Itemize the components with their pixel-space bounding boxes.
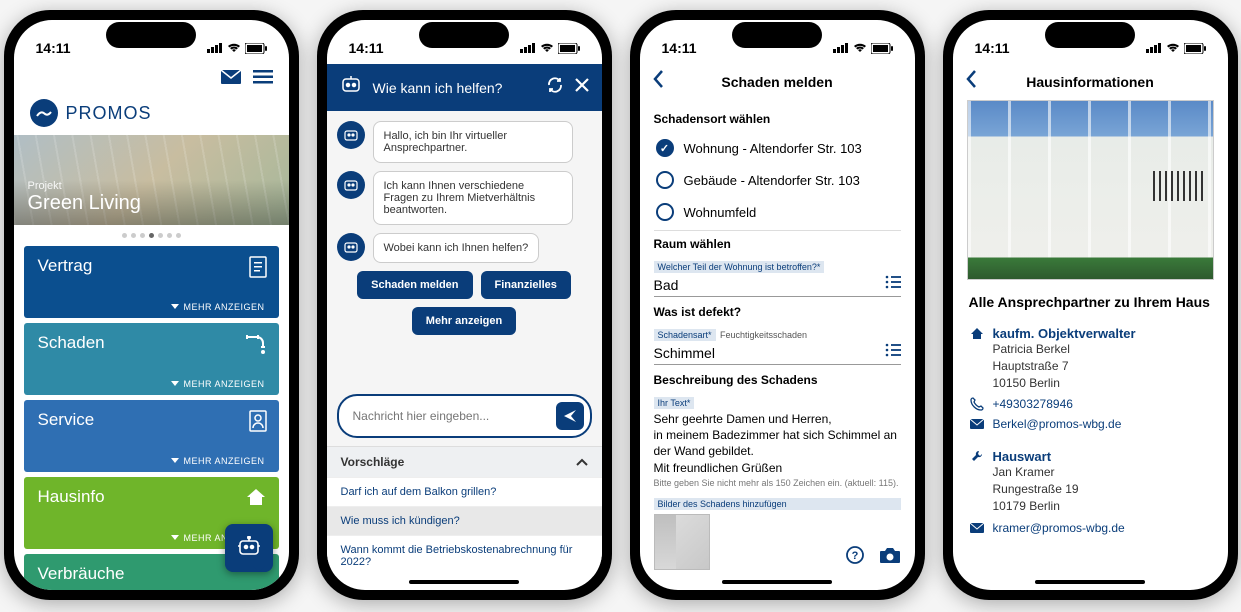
status-icons	[1146, 43, 1206, 54]
hero-banner[interactable]: Projekt Green Living	[14, 135, 289, 225]
chat-text-field[interactable]	[353, 409, 556, 423]
radio-wohnumfeld[interactable]: Wohnumfeld	[654, 196, 901, 228]
mail-icon[interactable]	[221, 70, 241, 89]
page-title: Hausinformationen	[953, 74, 1228, 90]
menu-icon[interactable]	[253, 70, 273, 89]
radio-icon	[656, 203, 674, 221]
contact-card: kaufm. Objektverwalter Patricia Berkel H…	[953, 318, 1228, 441]
brand-row: PROMOS	[14, 95, 289, 135]
chip-more[interactable]: Mehr anzeigen	[412, 307, 516, 335]
contact-phone[interactable]: +49303278946	[969, 397, 1212, 411]
bot-avatar-icon	[337, 233, 365, 261]
chip-schaden[interactable]: Schaden melden	[357, 271, 472, 299]
section-room: Raum wählen	[654, 237, 901, 251]
radio-gebaeude[interactable]: Gebäude - Altendorfer Str. 103	[654, 164, 901, 196]
chevron-up-icon	[576, 455, 588, 469]
radio-icon	[656, 171, 674, 189]
carousel-dots[interactable]	[14, 225, 289, 246]
contact-email[interactable]: kramer@promos-wbg.de	[969, 521, 1212, 535]
contact-card: Hauswart Jan Kramer Rungestraße 19 10179…	[953, 441, 1228, 544]
suggestions-panel: Vorschläge Darf ich auf dem Balkon grill…	[327, 446, 602, 576]
svg-text:?: ?	[851, 550, 858, 562]
pipe-icon	[245, 333, 267, 360]
home-icon	[969, 327, 985, 340]
chatbot-fab[interactable]	[225, 524, 273, 572]
contact-icon	[249, 410, 267, 437]
document-icon	[249, 256, 267, 283]
bot-message: Hallo, ich bin Ihr virtueller Ansprechpa…	[337, 121, 592, 163]
close-icon[interactable]	[574, 77, 590, 98]
bot-icon	[339, 74, 363, 101]
phone-icon	[969, 397, 985, 411]
refresh-icon[interactable]	[546, 76, 564, 99]
bot-message: Ich kann Ihnen verschiedene Fragen zu Ih…	[337, 171, 592, 225]
radio-wohnung[interactable]: Wohnung - Altendorfer Str. 103	[654, 132, 901, 164]
phone-hausinfo: 14:11 Hausinformationen Alle Ansprechpar…	[943, 10, 1238, 600]
hero-subtitle: Projekt	[28, 180, 275, 192]
brand-name: PROMOS	[66, 103, 152, 124]
damage-photo-thumb[interactable]	[654, 514, 710, 570]
help-icon[interactable]: ?	[845, 545, 865, 570]
home-icon	[245, 487, 267, 512]
suggestion-item[interactable]: Wie muss ich kündigen?	[327, 506, 602, 535]
hero-title: Green Living	[28, 192, 275, 215]
mail-icon	[969, 419, 985, 429]
house-photo	[967, 100, 1214, 280]
chat-title: Wie kann ich helfen?	[373, 80, 536, 96]
phone-chat: 14:11 Wie kann ich helfen?	[317, 10, 612, 600]
status-time: 14:11	[349, 40, 384, 56]
home-indicator	[409, 580, 519, 584]
tile-vertrag[interactable]: Vertrag MEHR ANZEIGEN	[24, 246, 279, 318]
status-time: 14:11	[36, 40, 71, 56]
status-time: 14:11	[975, 40, 1010, 56]
list-icon	[885, 343, 901, 362]
status-icons	[833, 43, 893, 54]
chat-input[interactable]	[337, 394, 592, 438]
back-button[interactable]	[965, 69, 977, 95]
desc-textarea[interactable]: Ihr Text* Sehr geehrte Damen und Herren,…	[654, 393, 901, 490]
bot-avatar-icon	[337, 121, 365, 149]
chat-header: Wie kann ich helfen?	[327, 64, 602, 111]
nav-header: Schaden melden	[640, 64, 915, 100]
page-title: Schaden melden	[640, 74, 915, 90]
home-indicator	[722, 580, 832, 584]
status-time: 14:11	[662, 40, 697, 56]
tile-schaden[interactable]: Schaden MEHR ANZEIGEN	[24, 323, 279, 395]
chat-body: Hallo, ich bin Ihr virtueller Ansprechpa…	[327, 111, 602, 386]
section-defect: Was ist defekt?	[654, 305, 901, 319]
list-icon	[885, 275, 901, 294]
section-location: Schadensort wählen	[654, 112, 901, 126]
brand-logo	[30, 99, 58, 127]
suggestion-item[interactable]: Darf ich auf dem Balkon grillen?	[327, 477, 602, 506]
phone-report: 14:11 Schaden melden Schadensort wählen …	[630, 10, 925, 600]
contacts-heading: Alle Ansprechpartner zu Ihrem Haus	[953, 290, 1228, 318]
bot-avatar-icon	[337, 171, 365, 199]
phone-home: 14:11 PROMOS	[4, 10, 299, 600]
tools-icon	[969, 450, 985, 464]
room-select[interactable]: Welcher Teil der Wohnung ist betroffen?*…	[654, 257, 901, 297]
suggestion-item[interactable]: Wann kommt die Betriebskostenabrechnung …	[327, 535, 602, 576]
radio-icon	[656, 139, 674, 157]
tile-service[interactable]: Service MEHR ANZEIGEN	[24, 400, 279, 472]
tile-more[interactable]: MEHR ANZEIGEN	[38, 456, 265, 466]
contact-email[interactable]: Berkel@promos-wbg.de	[969, 417, 1212, 431]
status-icons	[207, 43, 267, 54]
back-button[interactable]	[652, 69, 664, 95]
camera-icon[interactable]	[879, 546, 901, 569]
defect-select[interactable]: Schadensart* Feuchtigkeitsschaden Schimm…	[654, 325, 901, 365]
bot-message: Wobei kann ich Ihnen helfen?	[337, 233, 592, 263]
section-desc: Beschreibung des Schadens	[654, 373, 901, 387]
mail-icon	[969, 523, 985, 533]
tile-more[interactable]: MEHR ANZEIGEN	[38, 379, 265, 389]
nav-header: Hausinformationen	[953, 64, 1228, 100]
suggestions-header[interactable]: Vorschläge	[327, 447, 602, 477]
status-icons	[520, 43, 580, 54]
images-label: Bilder des Schadens hinzufügen	[654, 498, 901, 510]
home-indicator	[1035, 580, 1145, 584]
chip-finanz[interactable]: Finanzielles	[481, 271, 571, 299]
send-button[interactable]	[556, 402, 584, 430]
tile-more[interactable]: MEHR ANZEIGEN	[38, 302, 265, 312]
